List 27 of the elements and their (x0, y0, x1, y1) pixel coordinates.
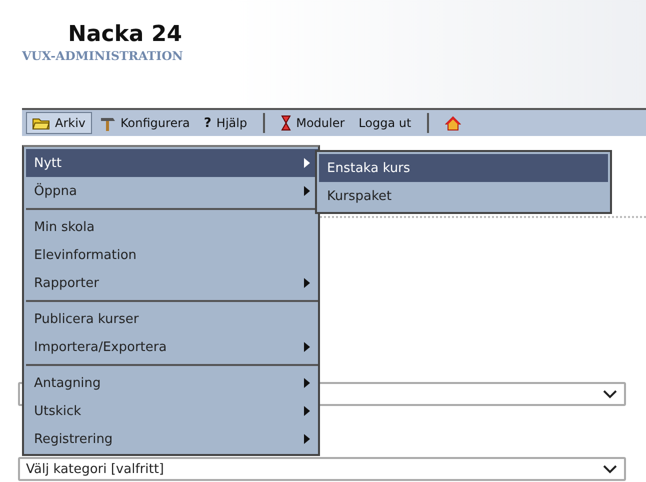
menu-item[interactable]: Utskick (26, 397, 318, 425)
chevron-down-icon (602, 389, 618, 399)
menu-item[interactable]: Enstaka kurs (319, 154, 608, 182)
select-field[interactable]: Välj kategori [valfritt] (18, 457, 626, 481)
question-icon: ? (204, 116, 212, 130)
menu-item[interactable]: Öppna (26, 177, 318, 205)
menu-item[interactable]: Rapporter (26, 269, 318, 297)
app-title: Nacka 24 (68, 22, 182, 47)
hourglass-icon (281, 115, 292, 131)
menu-item[interactable]: Nytt (26, 149, 318, 177)
menu-item[interactable]: Kurspaket (319, 182, 608, 210)
folder-icon (32, 116, 50, 130)
toolbar-button[interactable]: Konfigurera (94, 112, 196, 134)
hammer-icon (100, 116, 116, 130)
toolbar-button[interactable]: Logga ut (352, 112, 418, 134)
menu-item[interactable]: Elevinformation (26, 241, 318, 269)
menu-item[interactable]: Antagning (26, 369, 318, 397)
chevron-down-icon (602, 464, 618, 474)
menu-item[interactable]: Min skola (26, 213, 318, 241)
menu-item[interactable]: Registrering (26, 425, 318, 453)
menu-item[interactable]: Publicera kurser (26, 305, 318, 333)
toolbar-button[interactable]: Arkiv (26, 112, 92, 134)
app-subtitle: VUX-ADMINISTRATION (22, 49, 184, 63)
toolbar-button[interactable]: ? Hjälp (198, 112, 254, 134)
toolbar-button[interactable]: Moduler (275, 112, 351, 134)
house-icon (445, 116, 462, 130)
menu-item[interactable]: Importera/Exportera (26, 333, 318, 361)
